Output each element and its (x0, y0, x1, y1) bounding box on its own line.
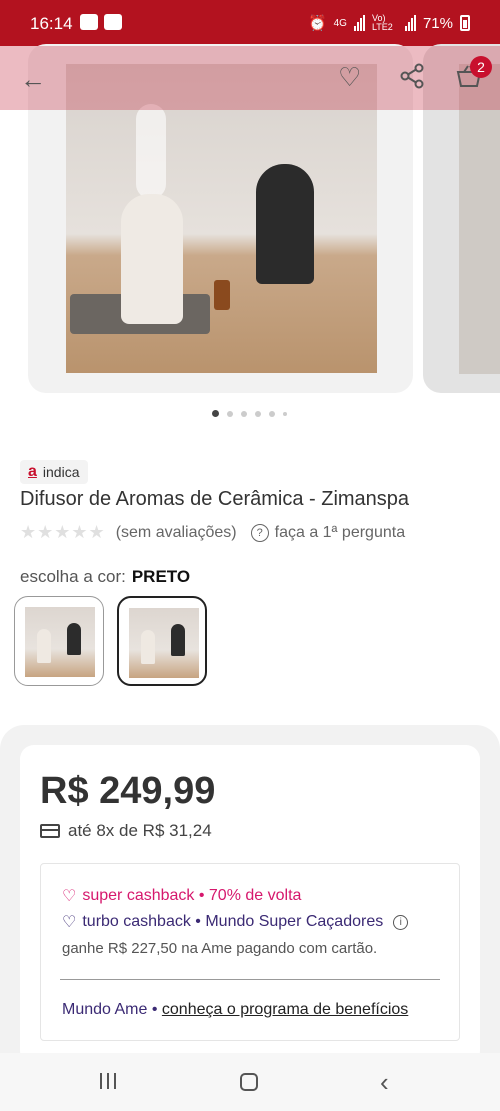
divider (60, 979, 440, 980)
next-image-peek (459, 64, 500, 374)
question-icon[interactable]: ? (250, 523, 269, 542)
notification-app-icon (104, 14, 122, 30)
oil-bottle (214, 280, 230, 310)
installments-text: até 8x de R$ 31,24 (68, 821, 212, 840)
ame-heart-icon: ♡ (62, 914, 77, 931)
alarm-icon: ⏰ (307, 15, 327, 32)
rating-row: ★★★★★ (sem avaliações) ? faça a 1ª pergu… (20, 522, 405, 543)
battery-percent: 71% (422, 14, 453, 32)
cart-count-badge: 2 (470, 56, 492, 78)
pagination-dot (269, 410, 275, 417)
top-app-bar: ← ♡ (0, 46, 500, 110)
pagination-dot (227, 410, 233, 417)
ask-question-link[interactable]: faça a 1ª pergunta (275, 524, 405, 542)
notification-icons (80, 14, 122, 30)
status-time: 16:14 (30, 14, 73, 33)
turbo-cashback-row: ♡ turbo cashback • Mundo Super Caçadores… (62, 912, 409, 932)
mundo-ame-label: Mundo Ame (62, 1001, 148, 1018)
white-diffuser (121, 194, 183, 324)
color-label: escolha a cor: (20, 567, 126, 586)
system-nav-bar: ‹ (0, 1053, 500, 1111)
color-selector-label: escolha a cor: PRETO (20, 567, 190, 587)
battery-icon (460, 15, 470, 31)
benefits-program-link[interactable]: conheça o programa de benefícios (162, 1001, 408, 1018)
notification-app-icon (80, 14, 98, 30)
pagination-dot (212, 410, 219, 417)
ame-heart-icon: ♡ (62, 888, 77, 905)
selected-color: PRETO (131, 567, 191, 586)
black-diffuser (256, 164, 314, 284)
diffuser-mist (136, 104, 166, 199)
swatch-thumbnail (25, 607, 95, 677)
home-icon[interactable] (240, 1073, 258, 1091)
info-icon[interactable]: i (393, 914, 409, 930)
network-type: 4G (333, 17, 347, 29)
turbo-cashback-text: turbo cashback • Mundo Super Caçadores (82, 913, 384, 930)
product-price: R$ 249,99 (40, 770, 216, 812)
badge-label: indica (42, 464, 80, 480)
share-icon[interactable] (398, 62, 426, 90)
status-right: ⏰ 4G Vo) LTE2 71% (308, 14, 470, 32)
product-title: Difusor de Aromas de Cerâmica - Zimanspa (20, 488, 410, 510)
color-swatch-black[interactable] (117, 596, 207, 686)
status-bar: 16:14 ⏰ 4G Vo) LTE2 71% (0, 0, 500, 46)
back-nav-icon[interactable]: ‹ (380, 1067, 389, 1098)
product-image[interactable] (66, 64, 377, 373)
reviews-count[interactable]: (sem avaliações) (116, 524, 237, 542)
indica-badge: a indica (20, 460, 88, 484)
color-swatch-white[interactable] (14, 596, 104, 686)
installments-row: até 8x de R$ 31,24 (40, 821, 212, 841)
heart-icon[interactable]: ♡ (338, 62, 361, 93)
gallery-pagination (212, 410, 287, 417)
ame-earn-row: ganhe R$ 227,50 na Ame pagando com cartã… (62, 940, 377, 957)
separator-dot: • (151, 1001, 158, 1018)
super-cashback-row: ♡ super cashback • 70% de volta (62, 886, 301, 906)
pagination-dot (241, 410, 247, 417)
recent-apps-icon[interactable] (100, 1073, 116, 1089)
signal-icon-2 (404, 15, 416, 31)
pagination-dot (283, 411, 287, 416)
credit-card-icon (40, 824, 60, 838)
mundo-ame-row: Mundo Ame • conheça o programa de benefí… (62, 1001, 408, 1019)
rating-stars-icon[interactable]: ★★★★★ (20, 522, 106, 543)
carrier-label: Vo) LTE2 (371, 13, 393, 32)
swatch-thumbnail (129, 608, 199, 678)
signal-icon (353, 15, 365, 31)
back-arrow-icon[interactable]: ← (20, 64, 46, 95)
pagination-dot (255, 410, 261, 417)
super-cashback-text: super cashback • 70% de volta (82, 887, 302, 904)
ame-earn-text: ganhe R$ 227,50 na Ame pagando com cartã… (62, 940, 378, 957)
brand-logo-icon: a (28, 463, 37, 480)
